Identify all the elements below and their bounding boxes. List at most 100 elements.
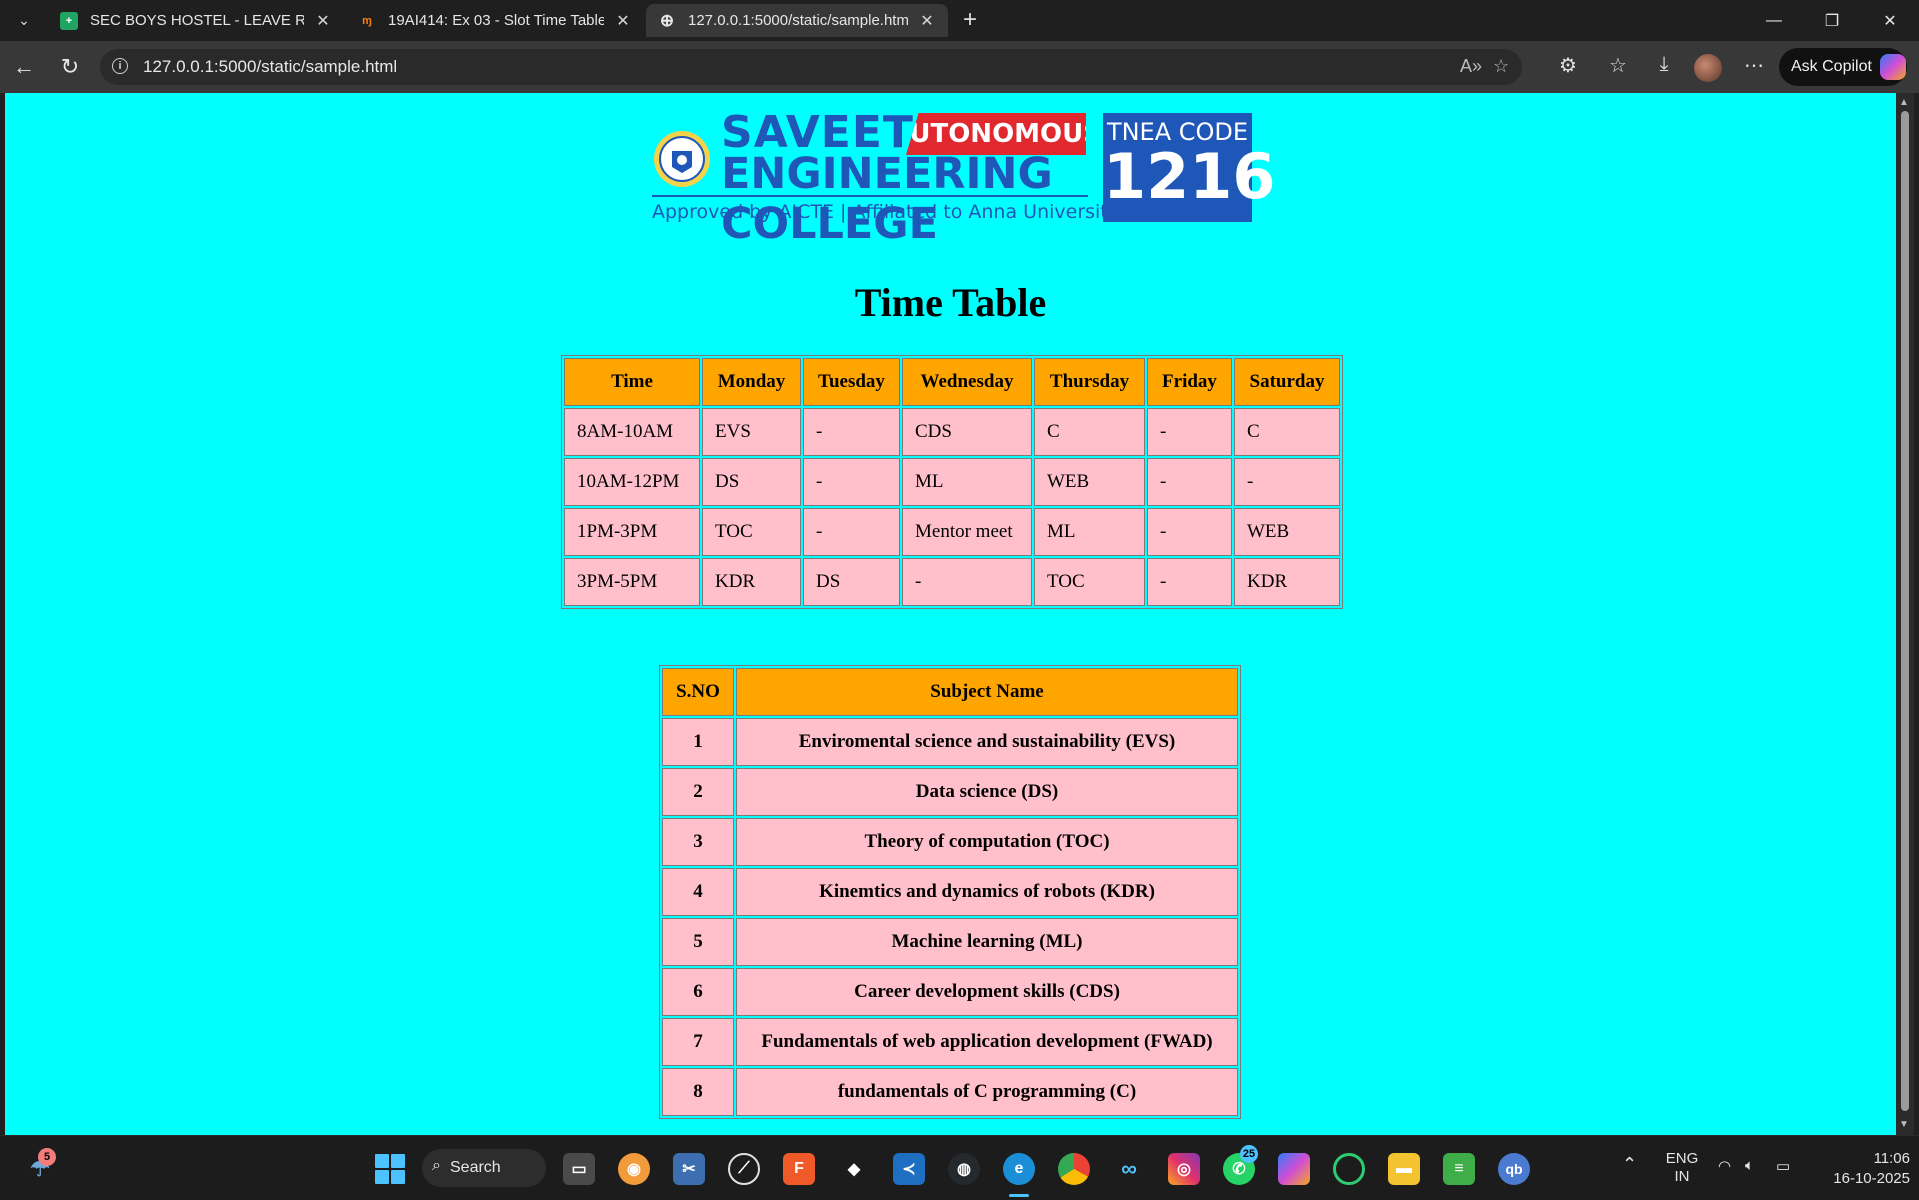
page-viewport: SAVEETHA AUTONOMOUS ENGINEERING COLLEGE … (5, 93, 1896, 1135)
read-aloud-icon[interactable]: A» (1460, 56, 1482, 77)
table-cell: 6 (662, 968, 734, 1016)
restore-icon[interactable]: ❐ (1803, 0, 1861, 41)
column-header: Time (564, 358, 700, 406)
ask-copilot-button[interactable]: Ask Copilot (1779, 48, 1907, 86)
close-window-icon[interactable]: ✕ (1861, 0, 1919, 41)
table-row: 7 Fundamentals of web application develop… (662, 1018, 1238, 1066)
table-cell: - (1234, 458, 1340, 506)
windows-logo-tile (375, 1154, 389, 1168)
table-row: 6 Career development skills (CDS) (662, 968, 1238, 1016)
table-row: 8 fundamentals of C programming (C) (662, 1068, 1238, 1116)
qbittorrent-icon[interactable]: qb (1498, 1153, 1530, 1185)
column-header: Saturday (1234, 358, 1340, 406)
github-desktop-icon[interactable]: ◍ (948, 1153, 980, 1185)
minimize-icon[interactable]: — (1745, 0, 1803, 41)
logo-divider (652, 195, 1088, 197)
copilot-app-icon[interactable] (1278, 1153, 1310, 1185)
tab-sample-html[interactable]: ⊕ 127.0.0.1:5000/static/sample.html ✕ (646, 4, 948, 37)
git-app-icon[interactable]: ◆ (838, 1153, 870, 1185)
edge-icon[interactable]: e (1003, 1153, 1035, 1185)
table-cell: KDR (1234, 558, 1340, 606)
language-line1: ENG (1665, 1150, 1699, 1167)
snipping-tool-icon[interactable]: ✂ (673, 1153, 705, 1185)
close-tab-icon[interactable]: ✕ (614, 11, 632, 31)
clock[interactable]: 11:06 16-10-2025 (1806, 1149, 1910, 1189)
task-view-icon[interactable]: ▭ (563, 1153, 595, 1185)
favorites-icon[interactable]: ☆ (1604, 53, 1632, 78)
table-row: 2 Data science (DS) (662, 768, 1238, 816)
column-header: S.NO (662, 668, 734, 716)
close-tab-icon[interactable]: ✕ (314, 11, 332, 31)
volume-muted-icon[interactable]: 🔈︎ (1745, 1157, 1754, 1174)
windows-logo-tile (391, 1170, 405, 1184)
scrollbar-thumb[interactable] (1901, 111, 1909, 1111)
instagram-icon[interactable]: ◎ (1168, 1153, 1200, 1185)
sync-app-icon[interactable] (1333, 1153, 1365, 1185)
table-row: 4 Kinemtics and dynamics of robots (KDR) (662, 868, 1238, 916)
address-bar[interactable]: i 127.0.0.1:5000/static/sample.html A» ☆ (100, 49, 1522, 85)
column-header: Tuesday (803, 358, 900, 406)
moodle-icon: ɱ (362, 14, 372, 27)
table-cell: Kinemtics and dynamics of robots (KDR) (736, 868, 1238, 916)
close-tab-icon[interactable]: ✕ (918, 11, 936, 31)
navigation-bar: ← ↻ i 127.0.0.1:5000/static/sample.html … (0, 41, 1919, 93)
table-cell: KDR (702, 558, 801, 606)
windows-logo-tile (375, 1170, 389, 1184)
tab-title: 19AI414: Ex 03 - Slot Time Table | (388, 12, 604, 29)
file-explorer-icon[interactable]: ▬ (1388, 1153, 1420, 1185)
table-cell: 1PM-3PM (564, 508, 700, 556)
extensions-icon[interactable]: ⚙ (1554, 53, 1582, 78)
column-header: Monday (702, 358, 801, 406)
browser-app-icon[interactable]: ◉ (618, 1153, 650, 1185)
url-text[interactable]: 127.0.0.1:5000/static/sample.html (143, 57, 397, 77)
table-cell: 3PM-5PM (564, 558, 700, 606)
new-tab-plus-icon[interactable]: + (954, 6, 986, 34)
vscode-icon[interactable]: ≺ (893, 1153, 925, 1185)
table-cell: Career development skills (CDS) (736, 968, 1238, 1016)
sheets-icon: + (60, 11, 78, 30)
app-circle-icon[interactable]: ⟋ (728, 1153, 760, 1185)
table-cell: EVS (702, 408, 801, 456)
tnea-code-box: TNEA CODE 1216 (1103, 113, 1276, 222)
more-options-icon[interactable]: ⋯ (1740, 53, 1768, 78)
bluestacks-icon[interactable]: ≡ (1443, 1153, 1475, 1185)
table-row: 1PM-3PM TOC - Mentor meet ML - WEB (564, 508, 1340, 556)
arduino-icon[interactable]: ∞ (1113, 1153, 1145, 1185)
taskbar-search[interactable]: ⌕ Search (422, 1149, 546, 1187)
table-cell: 8 (662, 1068, 734, 1116)
wifi-icon[interactable]: ◠ (1718, 1157, 1731, 1175)
table-header-row: S.NO Subject Name (662, 668, 1238, 716)
column-header: Subject Name (736, 668, 1238, 716)
language-line2: IN (1674, 1168, 1690, 1185)
table-cell: ML (902, 458, 1032, 506)
fusion-360-icon[interactable]: F (783, 1153, 815, 1185)
show-hidden-icons-chevron-icon[interactable]: ⌃ (1622, 1154, 1637, 1175)
table-cell: ML (1034, 508, 1145, 556)
start-button[interactable] (375, 1154, 405, 1184)
table-cell: - (1147, 508, 1232, 556)
chrome-icon[interactable] (1058, 1153, 1090, 1185)
vertical-scrollbar[interactable]: ▲ ▼ (1896, 93, 1914, 1135)
site-info-icon[interactable]: i (112, 58, 128, 74)
globe-icon: ⊕ (659, 10, 675, 30)
tab-actions-chevron-icon[interactable]: ⌄ (8, 6, 40, 34)
table-cell: 3 (662, 818, 734, 866)
language-indicator[interactable]: ENG IN (1660, 1150, 1704, 1186)
reload-icon[interactable]: ↻ (55, 52, 85, 82)
table-cell: - (803, 458, 900, 506)
table-cell: Theory of computation (TOC) (736, 818, 1238, 866)
tab-title: 127.0.0.1:5000/static/sample.html (688, 12, 908, 29)
favorite-star-icon[interactable]: ☆ (1493, 56, 1509, 77)
battery-icon[interactable]: ▭ (1776, 1157, 1790, 1175)
downloads-icon[interactable]: ⤓ (1650, 53, 1678, 76)
profile-avatar[interactable] (1694, 54, 1722, 82)
tab-leave-request[interactable]: + SEC BOYS HOSTEL - LEAVE REQUI ✕ (48, 4, 344, 37)
tab-slot-time-table[interactable]: ɱ 19AI414: Ex 03 - Slot Time Table | ✕ (346, 4, 644, 37)
table-cell: - (1147, 408, 1232, 456)
table-cell: - (1147, 458, 1232, 506)
table-cell: - (902, 558, 1032, 606)
table-cell: WEB (1234, 508, 1340, 556)
back-arrow-icon[interactable]: ← (9, 52, 39, 82)
scroll-up-arrow-icon[interactable]: ▲ (1899, 97, 1909, 108)
scroll-down-arrow-icon[interactable]: ▼ (1899, 1119, 1909, 1130)
